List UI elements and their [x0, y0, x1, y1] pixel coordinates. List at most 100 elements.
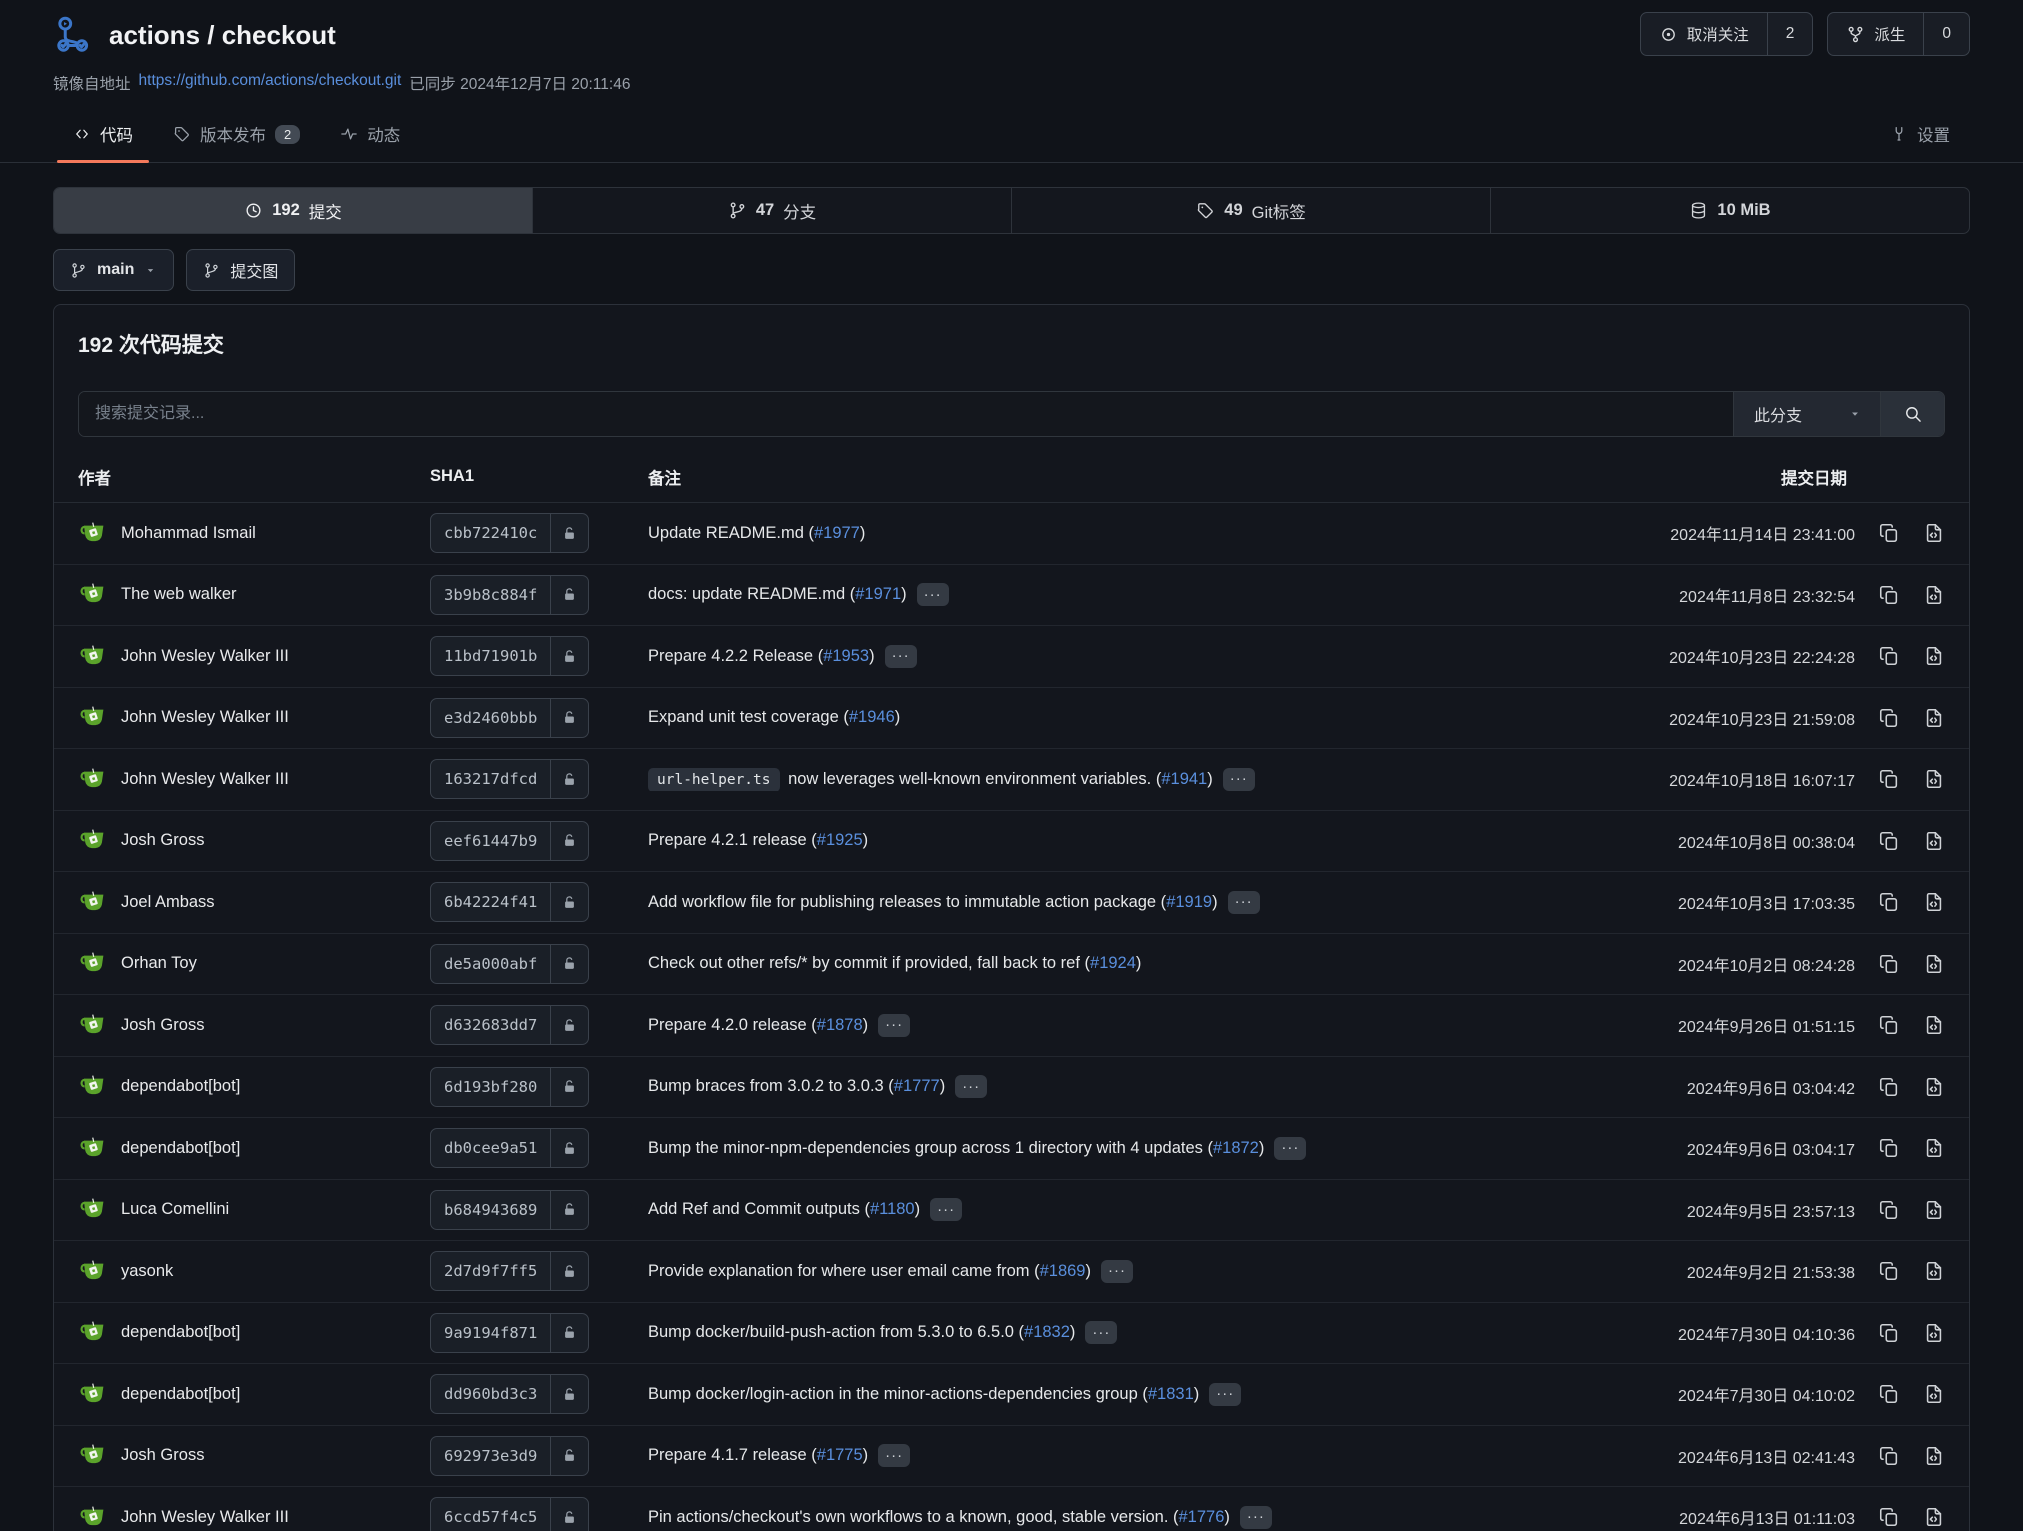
sha-badge[interactable]: 163217dfcd — [430, 759, 589, 799]
sha-badge[interactable]: dd960bd3c3 — [430, 1374, 589, 1414]
sha-badge[interactable]: d632683dd7 — [430, 1005, 589, 1045]
browse-source-button[interactable] — [1923, 830, 1945, 852]
pr-link[interactable]: #1776 — [1179, 1508, 1225, 1526]
expand-commit-body-button[interactable]: ··· — [1085, 1321, 1117, 1344]
search-submit-button[interactable] — [1880, 392, 1944, 436]
browse-source-button[interactable] — [1923, 1383, 1945, 1405]
watch-count[interactable]: 2 — [1767, 13, 1813, 55]
expand-commit-body-button[interactable]: ··· — [1274, 1137, 1306, 1160]
pr-link[interactable]: #1919 — [1166, 893, 1212, 911]
browse-source-button[interactable] — [1923, 1137, 1945, 1159]
sha-badge[interactable]: cbb722410c — [430, 513, 589, 553]
browse-source-button[interactable] — [1923, 1506, 1945, 1528]
tab-code[interactable]: 代码 — [53, 110, 153, 162]
pr-link[interactable]: #1953 — [823, 647, 869, 665]
stat-commits[interactable]: 192 提交 — [54, 188, 532, 233]
browse-source-button[interactable] — [1923, 1076, 1945, 1098]
pr-link[interactable]: #1775 — [817, 1446, 863, 1464]
expand-commit-body-button[interactable]: ··· — [955, 1075, 987, 1098]
stat-size[interactable]: 10 MiB — [1490, 188, 1969, 233]
expand-commit-body-button[interactable]: ··· — [878, 1444, 910, 1467]
copy-sha-button[interactable] — [1878, 645, 1900, 667]
expand-commit-body-button[interactable]: ··· — [1228, 891, 1260, 914]
pr-link[interactable]: #1946 — [849, 708, 895, 726]
sha-badge[interactable]: 9a9194f871 — [430, 1313, 589, 1353]
sha-badge[interactable]: de5a000abf — [430, 944, 589, 984]
stat-tags[interactable]: 49 Git标签 — [1011, 188, 1490, 233]
browse-source-button[interactable] — [1923, 1014, 1945, 1036]
sha-badge[interactable]: e3d2460bbb — [430, 698, 589, 738]
pr-link[interactable]: #1941 — [1161, 770, 1207, 788]
branch-selector[interactable]: main — [53, 249, 174, 291]
pr-link[interactable]: #1878 — [817, 1016, 863, 1034]
pr-link[interactable]: #1971 — [855, 585, 901, 603]
browse-source-button[interactable] — [1923, 707, 1945, 729]
copy-sha-button[interactable] — [1878, 584, 1900, 606]
sha-badge[interactable]: b684943689 — [430, 1190, 589, 1230]
browse-source-button[interactable] — [1923, 953, 1945, 975]
commit-search-input[interactable] — [79, 392, 1733, 436]
browse-source-button[interactable] — [1923, 1260, 1945, 1282]
expand-commit-body-button[interactable]: ··· — [917, 583, 949, 606]
copy-sha-button[interactable] — [1878, 1014, 1900, 1036]
tab-releases[interactable]: 版本发布 2 — [153, 110, 320, 162]
copy-sha-button[interactable] — [1878, 1260, 1900, 1282]
sha-badge[interactable]: 2d7d9f7ff5 — [430, 1251, 589, 1291]
pr-link[interactable]: #1777 — [894, 1077, 940, 1095]
tab-settings[interactable]: 设置 — [1870, 110, 1970, 162]
pr-link[interactable]: #1180 — [870, 1200, 915, 1218]
pr-link[interactable]: #1925 — [817, 831, 863, 849]
copy-sha-button[interactable] — [1878, 1445, 1900, 1467]
copy-sha-button[interactable] — [1878, 1076, 1900, 1098]
copy-sha-button[interactable] — [1878, 1383, 1900, 1405]
sha-badge[interactable]: 3b9b8c884f — [430, 575, 589, 615]
copy-sha-button[interactable] — [1878, 1322, 1900, 1344]
browse-source-button[interactable] — [1923, 891, 1945, 913]
sha-badge[interactable]: 6d193bf280 — [430, 1067, 589, 1107]
pr-link[interactable]: #1924 — [1090, 954, 1136, 972]
expand-commit-body-button[interactable]: ··· — [1223, 768, 1255, 791]
pr-link[interactable]: #1872 — [1213, 1139, 1259, 1157]
expand-commit-body-button[interactable]: ··· — [878, 1014, 910, 1037]
pr-link[interactable]: #1832 — [1024, 1323, 1070, 1341]
tab-activity[interactable]: 动态 — [320, 110, 420, 162]
sha-badge[interactable]: 692973e3d9 — [430, 1436, 589, 1476]
expand-commit-body-button[interactable]: ··· — [885, 645, 917, 668]
expand-commit-body-button[interactable]: ··· — [930, 1198, 962, 1221]
copy-sha-button[interactable] — [1878, 768, 1900, 790]
pr-link[interactable]: #1831 — [1148, 1385, 1194, 1403]
copy-sha-button[interactable] — [1878, 707, 1900, 729]
copy-sha-button[interactable] — [1878, 953, 1900, 975]
fork-button[interactable]: 派生 0 — [1827, 12, 1970, 56]
pr-link[interactable]: #1869 — [1040, 1262, 1086, 1280]
sha-badge[interactable]: 6b42224f41 — [430, 882, 589, 922]
copy-sha-button[interactable] — [1878, 891, 1900, 913]
copy-sha-button[interactable] — [1878, 830, 1900, 852]
expand-commit-body-button[interactable]: ··· — [1240, 1506, 1272, 1529]
mirror-url-link[interactable]: https://github.com/actions/checkout.git — [139, 72, 402, 94]
browse-source-button[interactable] — [1923, 1322, 1945, 1344]
copy-sha-button[interactable] — [1878, 522, 1900, 544]
sha-badge[interactable]: 6ccd57f4c5 — [430, 1497, 589, 1531]
sha-badge[interactable]: db0cee9a51 — [430, 1128, 589, 1168]
sha-badge[interactable]: 11bd71901b — [430, 636, 589, 676]
expand-commit-body-button[interactable]: ··· — [1101, 1260, 1133, 1283]
stat-branches[interactable]: 47 分支 — [532, 188, 1011, 233]
copy-sha-button[interactable] — [1878, 1199, 1900, 1221]
copy-sha-button[interactable] — [1878, 1137, 1900, 1159]
unwatch-button[interactable]: 取消关注 2 — [1640, 12, 1814, 56]
browse-source-button[interactable] — [1923, 1445, 1945, 1467]
commit-message-cell: Add Ref and Commit outputs (#1180)··· — [648, 1198, 1573, 1221]
browse-source-button[interactable] — [1923, 768, 1945, 790]
pr-link[interactable]: #1977 — [814, 524, 860, 542]
commit-graph-button[interactable]: 提交图 — [186, 249, 295, 291]
copy-sha-button[interactable] — [1878, 1506, 1900, 1528]
sha-badge[interactable]: eef61447b9 — [430, 821, 589, 861]
browse-source-button[interactable] — [1923, 645, 1945, 667]
browse-source-button[interactable] — [1923, 1199, 1945, 1221]
browse-source-button[interactable] — [1923, 522, 1945, 544]
expand-commit-body-button[interactable]: ··· — [1209, 1383, 1241, 1406]
fork-count[interactable]: 0 — [1923, 13, 1969, 55]
branch-filter-dropdown[interactable]: 此分支 — [1733, 392, 1880, 436]
browse-source-button[interactable] — [1923, 584, 1945, 606]
